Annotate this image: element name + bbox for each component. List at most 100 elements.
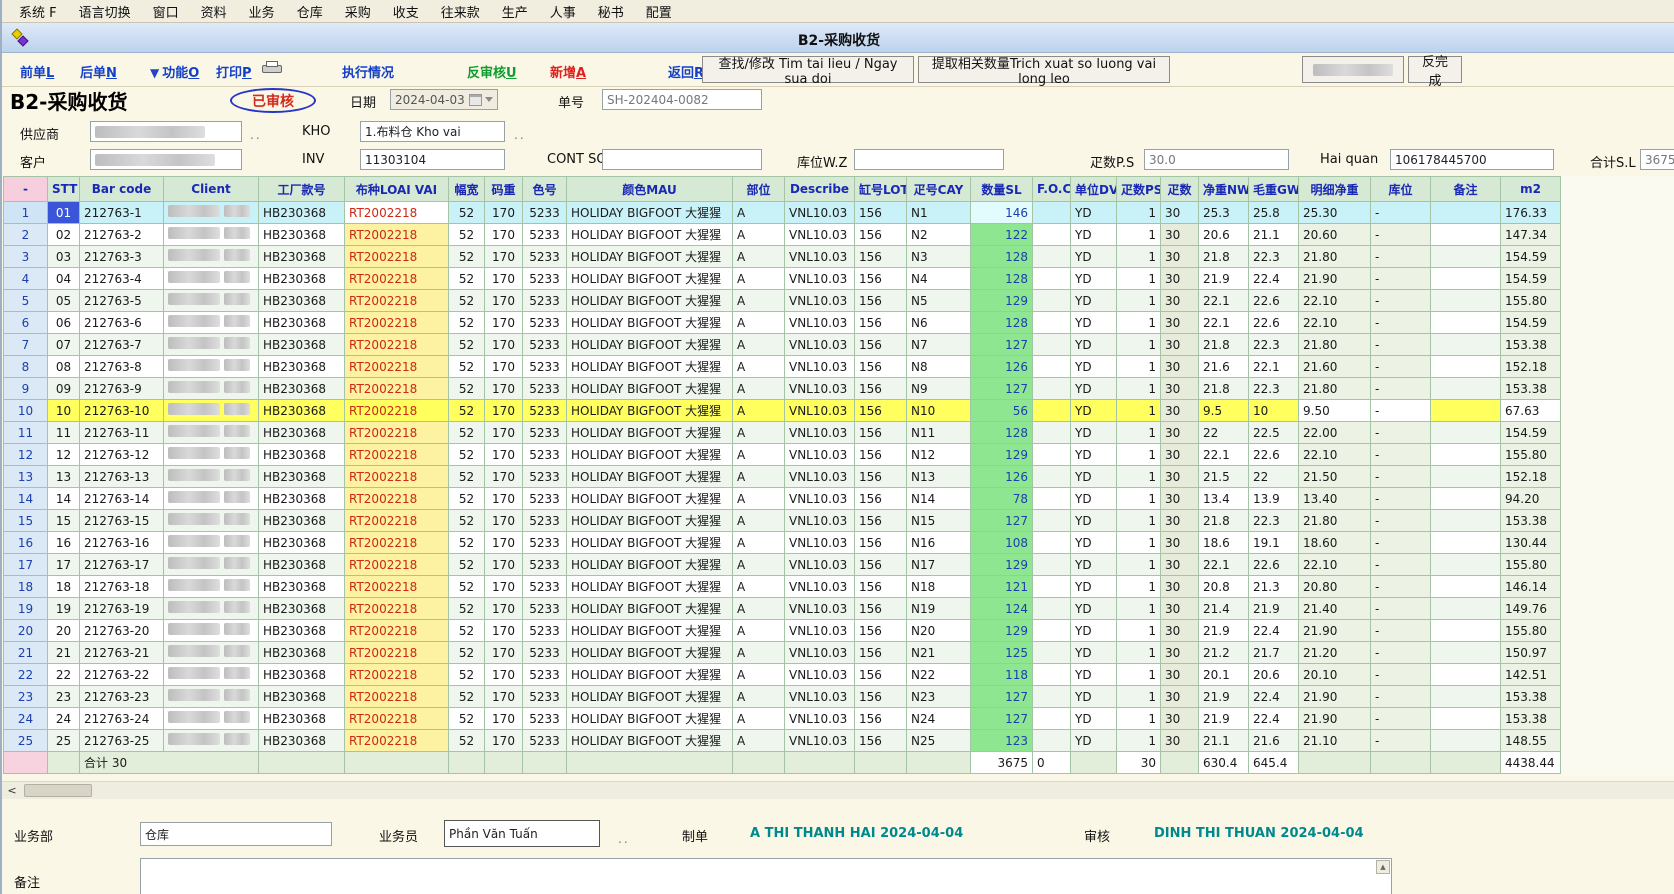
cell-stt[interactable]: 21 xyxy=(48,642,80,664)
cell-describe[interactable]: VNL10.03 xyxy=(785,510,855,532)
cell-unit[interactable]: YD xyxy=(1071,730,1117,752)
cell-sl[interactable]: 146 xyxy=(971,202,1033,224)
cell-describe[interactable]: VNL10.03 xyxy=(785,488,855,510)
cell-nw[interactable]: 20.8 xyxy=(1199,576,1249,598)
cell-part[interactable]: A xyxy=(733,356,785,378)
cell-loc[interactable]: - xyxy=(1371,708,1431,730)
cell-part[interactable]: A xyxy=(733,576,785,598)
cell-loc[interactable]: - xyxy=(1371,554,1431,576)
cell-sl[interactable]: 128 xyxy=(971,268,1033,290)
cell-note[interactable] xyxy=(1431,334,1501,356)
cell-loc[interactable]: - xyxy=(1371,532,1431,554)
table-row[interactable]: 1313212763-13HB230368RT2002218521705233H… xyxy=(4,466,1561,488)
cell-foc[interactable] xyxy=(1033,488,1071,510)
cell-mweight[interactable]: 170 xyxy=(485,708,523,730)
cell-foc[interactable] xyxy=(1033,510,1071,532)
cell-nw[interactable]: 9.5 xyxy=(1199,400,1249,422)
cell-part[interactable]: A xyxy=(733,620,785,642)
cell-ps[interactable]: 1 xyxy=(1117,356,1161,378)
cell-nw[interactable]: 22.1 xyxy=(1199,290,1249,312)
cell-foc[interactable] xyxy=(1033,444,1071,466)
cell-stt[interactable]: 18 xyxy=(48,576,80,598)
cell-gw[interactable]: 19.1 xyxy=(1249,532,1299,554)
cell-unit[interactable]: YD xyxy=(1071,708,1117,730)
cell-factory[interactable]: HB230368 xyxy=(259,356,345,378)
cell-color[interactable]: HOLIDAY BIGFOOT 大猩猩 xyxy=(567,400,733,422)
cell-nw[interactable]: 22.1 xyxy=(1199,554,1249,576)
cell-dnw[interactable]: 22.10 xyxy=(1299,444,1371,466)
totalsl-input[interactable]: 3675 xyxy=(1640,149,1674,170)
cell-unit[interactable]: YD xyxy=(1071,422,1117,444)
cell-unit[interactable]: YD xyxy=(1071,290,1117,312)
cell-pcs[interactable]: 30 xyxy=(1161,708,1199,730)
cell-foc[interactable] xyxy=(1033,224,1071,246)
cell-colorno[interactable]: 5233 xyxy=(523,532,567,554)
cell-cay[interactable]: N9 xyxy=(907,378,971,400)
cell-loc[interactable]: - xyxy=(1371,576,1431,598)
cell-width[interactable]: 52 xyxy=(449,246,485,268)
cell-nw[interactable]: 21.1 xyxy=(1199,730,1249,752)
cell-color[interactable]: HOLIDAY BIGFOOT 大猩猩 xyxy=(567,598,733,620)
menu-item[interactable]: 业务 xyxy=(238,0,286,23)
cell-barcode[interactable]: 212763-6 xyxy=(80,312,164,334)
cell-pcs[interactable]: 30 xyxy=(1161,554,1199,576)
table-row[interactable]: 1515212763-15HB230368RT2002218521705233H… xyxy=(4,510,1561,532)
cell-stt[interactable]: 14 xyxy=(48,488,80,510)
cell-width[interactable]: 52 xyxy=(449,620,485,642)
cell-stt[interactable]: 09 xyxy=(48,378,80,400)
cell-cay[interactable]: N24 xyxy=(907,708,971,730)
cell-colorno[interactable]: 5233 xyxy=(523,290,567,312)
cell-color[interactable]: HOLIDAY BIGFOOT 大猩猩 xyxy=(567,290,733,312)
cell-dnw[interactable]: 22.00 xyxy=(1299,422,1371,444)
cell-note[interactable] xyxy=(1431,708,1501,730)
cell-width[interactable]: 52 xyxy=(449,268,485,290)
cell-m2[interactable]: 153.38 xyxy=(1501,686,1561,708)
cell-note[interactable] xyxy=(1431,356,1501,378)
cell-client[interactable] xyxy=(164,664,259,686)
cell-width[interactable]: 52 xyxy=(449,642,485,664)
cell-gw[interactable]: 22.3 xyxy=(1249,510,1299,532)
cell-lot[interactable]: 156 xyxy=(855,488,907,510)
cell-colorno[interactable]: 5233 xyxy=(523,224,567,246)
cell-cay[interactable]: N14 xyxy=(907,488,971,510)
cell-stt[interactable]: 04 xyxy=(48,268,80,290)
cell-pcs[interactable]: 30 xyxy=(1161,576,1199,598)
cell-dnw[interactable]: 25.30 xyxy=(1299,202,1371,224)
cell-barcode[interactable]: 212763-14 xyxy=(80,488,164,510)
table-row[interactable]: 2020212763-20HB230368RT2002218521705233H… xyxy=(4,620,1561,642)
cell-color[interactable]: HOLIDAY BIGFOOT 大猩猩 xyxy=(567,334,733,356)
table-row[interactable]: 1616212763-16HB230368RT2002218521705233H… xyxy=(4,532,1561,554)
cell-mweight[interactable]: 170 xyxy=(485,224,523,246)
cell-stt[interactable]: 13 xyxy=(48,466,80,488)
cell-sl[interactable]: 127 xyxy=(971,334,1033,356)
cell-ps[interactable]: 1 xyxy=(1117,290,1161,312)
cell-gw[interactable]: 22.4 xyxy=(1249,620,1299,642)
cell-note[interactable] xyxy=(1431,202,1501,224)
cell-mweight[interactable]: 170 xyxy=(485,554,523,576)
cell-loc[interactable]: - xyxy=(1371,642,1431,664)
cell-loc[interactable]: - xyxy=(1371,356,1431,378)
cell-dnw[interactable]: 20.10 xyxy=(1299,664,1371,686)
cell-num[interactable]: 24 xyxy=(4,708,48,730)
cell-factory[interactable]: HB230368 xyxy=(259,664,345,686)
cell-stt[interactable]: 23 xyxy=(48,686,80,708)
cell-stt[interactable]: 25 xyxy=(48,730,80,752)
cell-sl[interactable]: 124 xyxy=(971,598,1033,620)
cell-mweight[interactable]: 170 xyxy=(485,334,523,356)
cell-factory[interactable]: HB230368 xyxy=(259,488,345,510)
cell-barcode[interactable]: 212763-8 xyxy=(80,356,164,378)
toolbar-link[interactable]: ▼功能O xyxy=(150,62,199,81)
cell-note[interactable] xyxy=(1431,664,1501,686)
cell-num[interactable]: 11 xyxy=(4,422,48,444)
cell-sl[interactable]: 128 xyxy=(971,312,1033,334)
cell-dnw[interactable]: 21.80 xyxy=(1299,246,1371,268)
cell-m2[interactable]: 148.55 xyxy=(1501,730,1561,752)
cell-note[interactable] xyxy=(1431,686,1501,708)
table-row[interactable]: 808212763-8HB230368RT2002218521705233HOL… xyxy=(4,356,1561,378)
cell-nw[interactable]: 21.9 xyxy=(1199,620,1249,642)
cell-loc[interactable]: - xyxy=(1371,268,1431,290)
cell-colorno[interactable]: 5233 xyxy=(523,268,567,290)
cell-sl[interactable]: 129 xyxy=(971,444,1033,466)
cell-unit[interactable]: YD xyxy=(1071,686,1117,708)
cell-fabric[interactable]: RT2002218 xyxy=(345,510,449,532)
